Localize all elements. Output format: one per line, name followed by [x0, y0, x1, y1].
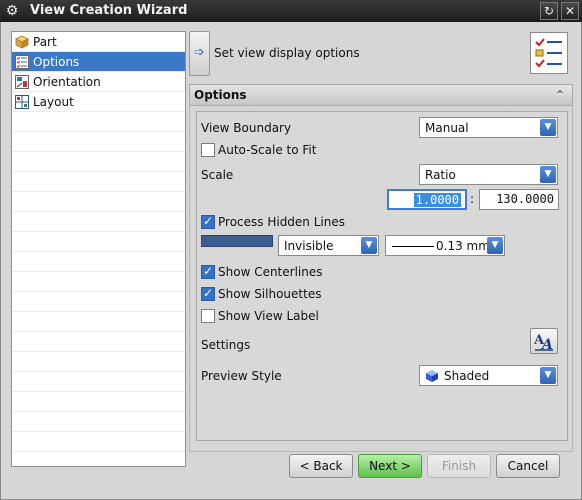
list-empty-row — [12, 372, 185, 392]
step-title: Set view display options — [214, 46, 360, 60]
list-empty-row — [12, 412, 185, 432]
checkbox-box — [201, 214, 215, 229]
scale-label: Scale — [201, 168, 234, 182]
scale-numerator-input[interactable]: 1.0000 — [387, 189, 467, 210]
scale-type-value: Ratio — [425, 168, 456, 182]
step-item-options[interactable]: Options — [12, 52, 185, 72]
list-empty-row — [12, 292, 185, 312]
list-empty-row — [12, 172, 185, 192]
window-title: View Creation Wizard — [30, 3, 188, 18]
view-boundary-select[interactable]: Manual ▼ — [419, 117, 558, 138]
scale-numerator-value: 1.0000 — [413, 193, 461, 207]
scale-type-select[interactable]: Ratio ▼ — [419, 164, 558, 185]
hidden-line-width-value: 0.13 mm — [436, 239, 490, 253]
scale-denominator-value: 130.0000 — [496, 192, 554, 206]
step-item-part[interactable]: Part — [12, 32, 185, 52]
text-style-icon: A A — [533, 333, 553, 353]
process-hidden-lines-label: Process Hidden Lines — [218, 215, 345, 229]
list-empty-row — [12, 352, 185, 372]
show-silhouettes-label: Show Silhouettes — [218, 287, 322, 301]
part-cube-icon — [15, 35, 29, 49]
dialog-body: Part Options Orientation Layout ➩ Set vi… — [0, 22, 582, 500]
back-button[interactable]: < Back — [289, 454, 353, 478]
shaded-cube-icon — [426, 370, 438, 382]
hidden-line-font-select[interactable]: Invisible ▼ — [278, 235, 379, 256]
checkbox-box — [201, 264, 215, 279]
list-empty-row — [12, 332, 185, 352]
list-empty-row — [12, 112, 185, 132]
list-empty-row — [12, 452, 185, 466]
hidden-line-font-value: Invisible — [284, 239, 334, 253]
step-header: ➩ Set view display options — [189, 31, 573, 78]
step-label: Layout — [33, 94, 74, 109]
checkbox-box — [201, 309, 215, 323]
next-button[interactable]: Next > — [358, 454, 422, 478]
list-empty-row — [12, 212, 185, 232]
step-label: Options — [33, 54, 80, 69]
cancel-button[interactable]: Cancel — [496, 454, 560, 478]
checkbox-box — [201, 286, 215, 301]
scale-denominator-input[interactable]: 130.0000 — [479, 189, 559, 210]
gear-icon[interactable]: ⚙ — [4, 3, 20, 19]
options-group-header[interactable]: Options ⌃ — [189, 84, 573, 106]
show-view-label-label: Show View Label — [218, 309, 319, 323]
show-silhouettes-checkbox[interactable]: Show Silhouettes — [201, 286, 322, 301]
list-empty-row — [12, 152, 185, 172]
list-empty-row — [12, 312, 185, 332]
chevron-down-icon: ▼ — [540, 367, 556, 384]
orientation-icon — [15, 74, 29, 89]
step-label: Part — [33, 34, 57, 49]
view-boundary-value: Manual — [425, 121, 469, 135]
finish-button[interactable]: Finish — [427, 454, 491, 478]
close-button[interactable]: ✕ — [561, 2, 579, 20]
options-group-body: View Boundary Manual ▼ Auto-Scale to Fit… — [189, 106, 573, 452]
checklist-icon — [530, 32, 568, 74]
show-centerlines-label: Show Centerlines — [218, 265, 323, 279]
list-empty-row — [12, 232, 185, 252]
line-sample-icon — [392, 246, 434, 247]
auto-scale-checkbox[interactable]: Auto-Scale to Fit — [201, 143, 316, 157]
preview-style-value: Shaded — [444, 369, 490, 383]
list-empty-row — [12, 272, 185, 292]
hidden-line-color-swatch[interactable] — [201, 235, 273, 247]
preview-style-select[interactable]: Shaded ▼ — [419, 365, 558, 386]
list-empty-row — [12, 132, 185, 152]
list-empty-row — [12, 252, 185, 272]
chevron-down-icon: ▼ — [487, 237, 503, 254]
view-boundary-label: View Boundary — [201, 121, 292, 135]
group-title: Options — [194, 88, 247, 102]
options-panel: View Boundary Manual ▼ Auto-Scale to Fit… — [196, 111, 568, 441]
options-checklist-icon — [15, 54, 29, 69]
step-arrow-button[interactable]: ➩ — [189, 31, 210, 76]
checkbox-box — [201, 143, 215, 157]
chevron-down-icon: ▼ — [540, 166, 556, 183]
step-item-orientation[interactable]: Orientation — [12, 72, 185, 92]
wizard-step-list: Part Options Orientation Layout — [11, 31, 186, 467]
show-centerlines-checkbox[interactable]: Show Centerlines — [201, 264, 323, 279]
chevron-down-icon: ▼ — [540, 119, 556, 136]
arrow-right-icon: ➩ — [194, 45, 205, 60]
title-bar: ⚙ View Creation Wizard ↻ ✕ — [0, 0, 582, 22]
list-empty-row — [12, 192, 185, 212]
scale-separator: : — [470, 192, 475, 206]
list-empty-row — [12, 432, 185, 452]
list-empty-row — [12, 392, 185, 412]
reset-button[interactable]: ↻ — [540, 2, 558, 20]
preview-style-label: Preview Style — [201, 369, 282, 383]
settings-button[interactable]: A A — [530, 328, 558, 354]
step-label: Orientation — [33, 74, 101, 89]
process-hidden-lines-checkbox[interactable]: Process Hidden Lines — [201, 214, 345, 229]
auto-scale-label: Auto-Scale to Fit — [218, 143, 317, 157]
show-view-label-checkbox[interactable]: Show View Label — [201, 309, 319, 323]
step-item-layout[interactable]: Layout — [12, 92, 185, 112]
hidden-line-width-select[interactable]: 0.13 mm ▼ — [385, 235, 505, 256]
collapse-chevron-up-icon[interactable]: ⌃ — [551, 86, 569, 104]
chevron-down-icon: ▼ — [361, 237, 377, 254]
settings-label: Settings — [201, 338, 251, 352]
layout-grid-icon — [15, 94, 29, 109]
